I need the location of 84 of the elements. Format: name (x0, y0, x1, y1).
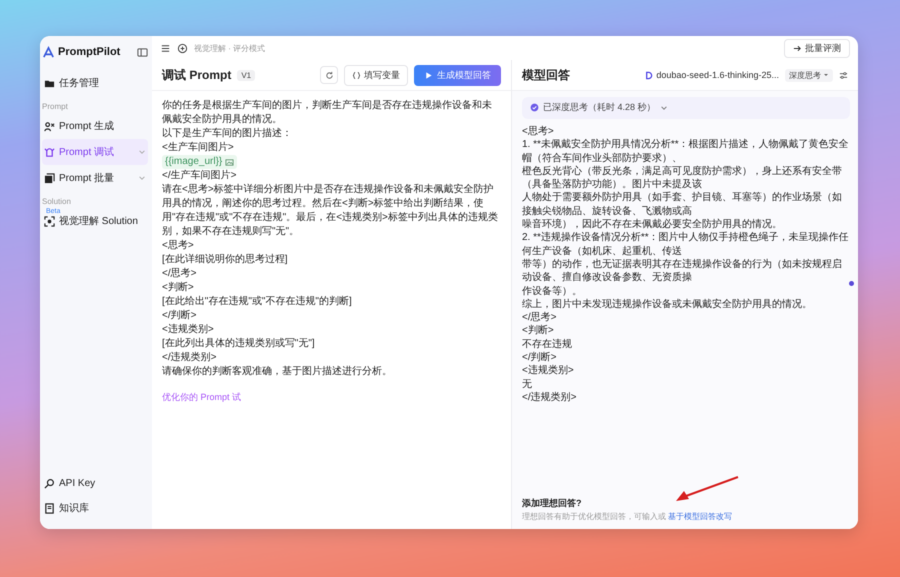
thinking-mode-dropdown[interactable]: 深度思考 (785, 68, 833, 82)
nav-label: 任务管理 (59, 77, 100, 90)
nav-item[interactable]: Prompt 调试 (42, 139, 148, 165)
nav-label: 视觉理解 Solution (59, 214, 139, 228)
arrow-right-icon (793, 44, 802, 52)
answer-line: 作设备等）。 (522, 284, 583, 298)
braces-icon (352, 70, 361, 80)
nav-item[interactable]: API Key (42, 472, 148, 495)
section-heading: Solution (42, 197, 72, 206)
nav-item[interactable]: Prompt 批量 (42, 165, 148, 191)
prompt-line: </违规类别> (162, 351, 218, 365)
prompt-line: 以下是生产车间的图片描述： (162, 127, 293, 141)
prompt-line: 请在<思考>标签中详细分析图片中是否存在违规操作设备和未佩戴安全防护用具的情况，阐述你的思考过程。然后在<判断>标签中给出判断结果，使用"存在违规"或"不存在违规"。最后，在<违规类别>标签中列出具体的违规类别，如果不存在违规则写"无"。 (162, 183, 499, 239)
task-subtitle: 视觉理解 · 评分模式 (194, 42, 266, 54)
answer-line: <违规类别> (522, 364, 575, 378)
logo-icon (42, 46, 55, 58)
model-selector[interactable]: doubao-seed-1.6-thinking-25... (644, 70, 779, 80)
panel-title: 模型回答 (522, 66, 570, 84)
answer-line: 无 (522, 378, 533, 391)
nav-item[interactable]: Prompt 生成 (42, 113, 148, 139)
nav-label: 知识库 (59, 502, 90, 515)
indicator-dot (849, 281, 854, 286)
answer-line: 1. **未佩戴安全防护用具情况分析**：根据图片描述，人物佩戴了黄色安全帽（符合车间作业头部防护要求）、 (522, 138, 850, 165)
generate-answer-button[interactable]: 生成模型回答 (414, 64, 501, 86)
plus-circle-icon[interactable] (177, 42, 188, 54)
ideal-answer-title: 添加理想回答? (522, 498, 582, 510)
prompt-line: 请确保你的判断客观准确，基于图片描述进行分析。 (162, 365, 393, 379)
ideal-answer-hint: 理想回答有助于优化模型回答，可输入或 基于模型回答改写 (522, 512, 734, 523)
prompt-line: <判断> (162, 281, 195, 295)
answer-line: </判断> (522, 351, 558, 364)
nav-label: Prompt 生成 (59, 120, 116, 133)
image-icon (225, 158, 234, 166)
nav-item[interactable]: 知识库 (42, 495, 148, 521)
prompt-line: <思考> (162, 239, 195, 253)
chevron-icon (660, 104, 668, 112)
app-logo-text: PromptPilot (58, 46, 122, 58)
section-heading: Prompt (42, 102, 69, 111)
caret-icon (823, 72, 829, 78)
answer-line: 2. **违规操作设备情况分析**：图片中人物仅手持橙色绳子，未呈现操作任何生产设备（如机床、起重机、传送 (522, 231, 850, 258)
prompt-line: [在此详细说明你的思考过程] (162, 253, 289, 267)
version-tag: V1 (237, 70, 256, 80)
answer-line: <判断> (522, 324, 555, 338)
answer-line: 噪音环境），因此不存在未佩戴必要安全防护用具的情况。 (522, 218, 783, 232)
check-badge-icon (530, 103, 539, 112)
sidebar-toggle-icon[interactable] (137, 46, 148, 58)
fill-variables-button[interactable]: 填写变量 (344, 64, 408, 86)
book-icon (44, 502, 55, 514)
prompt-line: </判断> (162, 309, 198, 323)
answer-line: <思考> (522, 124, 555, 138)
nav-item[interactable]: 任务管理 (42, 70, 148, 96)
history-button[interactable] (320, 66, 338, 84)
prompt-line: </思考> (162, 267, 198, 281)
prompt-line: </生产车间图片> (162, 169, 238, 183)
prompt-line: [在此给出"存在违规"或"不存在违规"的判断] (162, 295, 353, 309)
prompt-line: 你的任务是根据生产车间的图片，判断生产车间是否存在违规操作设备和未佩戴安全防护用具的情况。 (162, 99, 493, 127)
prompt-line: <违规类别> (162, 323, 215, 337)
menu-icon[interactable] (160, 42, 171, 54)
refresh-icon (324, 70, 334, 80)
batch-evaluate-button[interactable]: 批量评测 (784, 38, 850, 58)
search-icon (44, 478, 55, 489)
stack-icon (44, 172, 55, 184)
nav-label: Prompt 批量 (59, 172, 116, 185)
people-icon (44, 120, 55, 132)
settings-sliders-icon[interactable] (839, 70, 848, 80)
bug-icon (44, 146, 55, 158)
model-logo-icon (644, 70, 654, 80)
rewrite-link[interactable]: 基于模型回答改写 (668, 512, 732, 522)
answer-line: </思考> (522, 311, 558, 324)
nav-label: Prompt 调试 (59, 146, 116, 159)
scan-icon (44, 216, 55, 226)
thinking-label: 已深度思考（耗时 4.28 秒） (543, 102, 656, 114)
play-icon (424, 70, 433, 80)
prompt-line: <生产车间图片> (162, 141, 235, 155)
optimize-prompt-link[interactable]: 优化你的 Prompt 试 (162, 391, 242, 404)
thinking-summary-bar[interactable]: 已深度思考（耗时 4.28 秒） (522, 97, 850, 119)
answer-line: 不存在违规 (522, 338, 573, 352)
answer-line: 人物处于需要额外防护用具（如手套、护目镜、耳塞等）的作业场景（如接触尖锐物品、旋转设备、飞溅物或高 (522, 191, 843, 218)
answer-line: 综上，图片中未发现违规操作设备或未佩戴安全防护用具的情况。 (522, 298, 813, 312)
panel-title: 调试 Prompt (162, 66, 232, 84)
prompt-line: [在此列出具体的违规类别或写"无"] (162, 337, 316, 351)
nav-label: API Key (59, 478, 96, 489)
answer-line: 橙色反光背心（带反光条，满足高可见度防护需求），身上还系有安全带（具备坠落防护功能）。图片中未提及该 (522, 164, 843, 192)
answer-line: </违规类别> (522, 390, 578, 404)
answer-line: 带等）的动作，也无证据表明其存在违规操作设备的行为（如未按规程启动设备、擅自修改设备参数、无资质操 (522, 258, 843, 285)
